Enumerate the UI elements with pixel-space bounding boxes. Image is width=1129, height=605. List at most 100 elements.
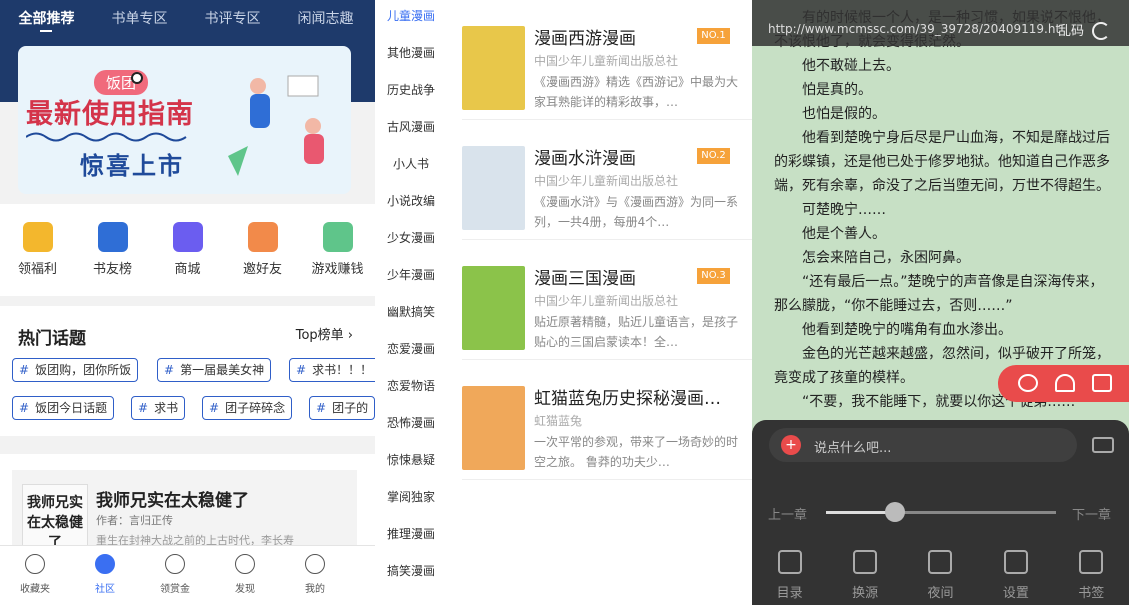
shortcut-icon bbox=[322, 222, 353, 252]
shortcut-icon bbox=[22, 222, 53, 252]
category-item[interactable]: 其他漫画 bbox=[376, 37, 446, 74]
book-author: 作者：言归正传 bbox=[96, 514, 173, 527]
tool-label: 目录 bbox=[776, 586, 803, 601]
reader-paragraph: 他看到楚晚宁的嘴角有血水渗出。 bbox=[802, 322, 1012, 338]
slider-thumb[interactable] bbox=[885, 502, 905, 522]
rank-badge: NO.1 bbox=[697, 28, 730, 44]
category-item[interactable]: 小说改编 bbox=[376, 185, 446, 222]
tool-label: 书签 bbox=[1078, 586, 1105, 601]
comment-placeholder: 说点什么吧... bbox=[814, 441, 892, 456]
category-list: 儿童漫画 其他漫画 历史战争 古风漫画 小人书 小说改编 少女漫画 少年漫画 幽默搞笑 恋爱漫画恋… bbox=[376, 0, 446, 605]
people-icon[interactable] bbox=[1055, 374, 1075, 392]
reader-topbar: http://www.mcmssc.com/39_39728/20409119.… bbox=[752, 0, 1129, 46]
category-item[interactable]: 儿童漫画 bbox=[376, 0, 446, 37]
topic-chip[interactable]: # 求书 bbox=[131, 396, 186, 420]
book-cover bbox=[462, 146, 525, 230]
topic-chip[interactable]: # 团子碎碎念 bbox=[202, 396, 293, 420]
star-icon[interactable] bbox=[1018, 374, 1038, 392]
category-item[interactable]: 小人书 bbox=[376, 148, 446, 185]
garbled-text-button[interactable]: 乱码 bbox=[1058, 20, 1084, 39]
nav-icon bbox=[305, 554, 325, 574]
tool-item[interactable]: 换源 bbox=[835, 550, 895, 601]
topic-chip[interactable]: # 求书！！！ bbox=[289, 358, 375, 382]
nav-item-1[interactable]: 社区 bbox=[70, 546, 140, 605]
topic-chip-label: 饭团今日话题 bbox=[35, 401, 108, 415]
category-item[interactable]: 掌阅独家 bbox=[376, 481, 446, 518]
book-list-item[interactable]: 漫画三国漫画 中国少年儿童新闻出版总社 贴近原著精髓，贴近儿童语言，是孩子贴心的三国… bbox=[462, 240, 752, 360]
shortcut-item[interactable]: 游戏赚钱 bbox=[300, 220, 375, 282]
banner-subtitle: 惊喜上市 bbox=[80, 152, 184, 180]
bottom-nav: 收藏夹 社区 领赏金 发现 我的 bbox=[0, 545, 375, 605]
book-list-item[interactable]: 漫画西游漫画 中国少年儿童新闻出版总社 《漫画西游》精选《西游记》中最为大家耳熟能详… bbox=[462, 0, 752, 120]
tool-item[interactable]: 书签 bbox=[1061, 550, 1121, 601]
tool-icon bbox=[777, 550, 802, 574]
prev-chapter-button[interactable]: 上一章 bbox=[768, 504, 807, 523]
hash-icon: # bbox=[316, 401, 327, 415]
shortcut-item[interactable]: 领福利 bbox=[0, 220, 75, 282]
rank-badge: NO.3 bbox=[697, 268, 730, 284]
nav-label: 社区 bbox=[95, 584, 115, 595]
nav-item-4[interactable]: 我的 bbox=[280, 546, 350, 605]
category-item[interactable]: 推理漫画 bbox=[376, 518, 446, 555]
shortcut-item[interactable]: 商城 bbox=[150, 220, 225, 282]
comment-input[interactable]: + 说点什么吧... bbox=[769, 428, 1077, 462]
category-item[interactable]: 恋爱漫画 bbox=[376, 333, 446, 370]
top-ranking-link[interactable]: Top榜单 › bbox=[296, 324, 353, 343]
nav-label: 领赏金 bbox=[160, 584, 190, 595]
category-item[interactable]: 搞笑漫画 bbox=[376, 555, 446, 592]
book-description: 贴近原著精髓，贴近儿童语言，是孩子贴心的三国启蒙读本！全… bbox=[534, 315, 739, 349]
message-icon[interactable] bbox=[1092, 374, 1112, 392]
hot-topics: 热门话题 Top榜单 › # 饭团购，团你所饭 # 第一届最美女神 # 求书！！！ # 饭团今… bbox=[0, 306, 375, 436]
tool-icon bbox=[1003, 550, 1028, 574]
reader-control-dock: + 说点什么吧... 上一章 下一章 目录 换源 夜间 设置 书签 bbox=[752, 420, 1129, 605]
shortcut-label: 商城 bbox=[174, 262, 201, 277]
book-list-item[interactable]: 漫画水浒漫画 中国少年儿童新闻出版总社 《漫画水浒》与《漫画西游》为同一系列，一共4… bbox=[462, 120, 752, 240]
category-item[interactable]: 历史战争 bbox=[376, 74, 446, 111]
book-publisher: 中国少年儿童新闻出版总社 bbox=[534, 294, 679, 308]
tool-item[interactable]: 夜间 bbox=[910, 550, 970, 601]
tool-item[interactable]: 目录 bbox=[760, 550, 820, 601]
nav-item-0[interactable]: 收藏夹 bbox=[0, 546, 70, 605]
chapter-progress-slider[interactable] bbox=[826, 502, 1056, 522]
book-list-item[interactable]: 虹猫蓝兔历史探秘漫画… 虹猫蓝兔 一次平常的参观，带来了一场奇妙的时空之旅。 鲁莽的… bbox=[462, 360, 752, 480]
featured-book[interactable]: 我师兄实在太稳健了 我师兄实在太稳健了 作者：言归正传 重生在封神大战之前的上古… bbox=[0, 454, 375, 564]
reader-paragraph: 也怕是假的。 bbox=[802, 106, 886, 122]
refresh-icon[interactable] bbox=[1092, 22, 1110, 40]
shortcut-item[interactable]: 书友榜 bbox=[75, 220, 150, 282]
category-item[interactable]: 幽默搞笑 bbox=[376, 296, 446, 333]
category-item[interactable]: 恐怖漫画 bbox=[376, 407, 446, 444]
source-url: http://www.mcmssc.com/39_39728/20409119.… bbox=[768, 22, 1061, 36]
nav-item-3[interactable]: 发现 bbox=[210, 546, 280, 605]
shortcut-item[interactable]: 邀好友 bbox=[225, 220, 300, 282]
tab-3[interactable]: 闲闻志趣 bbox=[279, 0, 372, 34]
shortcut-label: 游戏赚钱 bbox=[311, 262, 364, 277]
comment-list-icon[interactable] bbox=[1092, 437, 1114, 453]
category-item[interactable]: 少年漫画 bbox=[376, 259, 446, 296]
shortcut-icon bbox=[247, 222, 278, 252]
nav-item-2[interactable]: 领赏金 bbox=[140, 546, 210, 605]
category-item[interactable]: 惊悚悬疑 bbox=[376, 444, 446, 481]
hash-icon: # bbox=[19, 363, 30, 377]
topic-chip[interactable]: # 团子的 bbox=[309, 396, 375, 420]
topic-chip[interactable]: # 饭团购，团你所饭 bbox=[12, 358, 139, 382]
reader-paragraph: 怎会来陪自己，永困阿鼻。 bbox=[802, 250, 970, 266]
topic-chip[interactable]: # 饭团今日话题 bbox=[12, 396, 115, 420]
category-item[interactable]: 古风漫画 bbox=[376, 111, 446, 148]
tab-0[interactable]: 全部推荐 bbox=[0, 0, 93, 34]
category-item[interactable]: 恋爱物语 bbox=[376, 370, 446, 407]
shortcut-label: 书友榜 bbox=[92, 262, 132, 277]
tool-label: 换源 bbox=[852, 586, 879, 601]
tool-label: 设置 bbox=[1002, 586, 1029, 601]
topic-chip-label: 团子碎碎念 bbox=[225, 401, 286, 415]
tab-2[interactable]: 书评专区 bbox=[186, 0, 279, 34]
tool-item[interactable]: 设置 bbox=[986, 550, 1046, 601]
topic-chip-label: 第一届最美女神 bbox=[180, 363, 265, 377]
topic-chip[interactable]: # 第一届最美女神 bbox=[157, 358, 272, 382]
category-item[interactable]: 少女漫画 bbox=[376, 222, 446, 259]
next-chapter-button[interactable]: 下一章 bbox=[1072, 504, 1111, 523]
nav-icon bbox=[165, 554, 185, 574]
topic-chip-label: 求书！！！ bbox=[312, 363, 373, 377]
promo-banner[interactable]: 饭团 最新使用指南 惊喜上市 bbox=[18, 46, 351, 194]
tab-1[interactable]: 书单专区 bbox=[93, 0, 186, 34]
book-description: 《漫画水浒》与《漫画西游》为同一系列，一共4册，每册4个… bbox=[534, 195, 739, 229]
